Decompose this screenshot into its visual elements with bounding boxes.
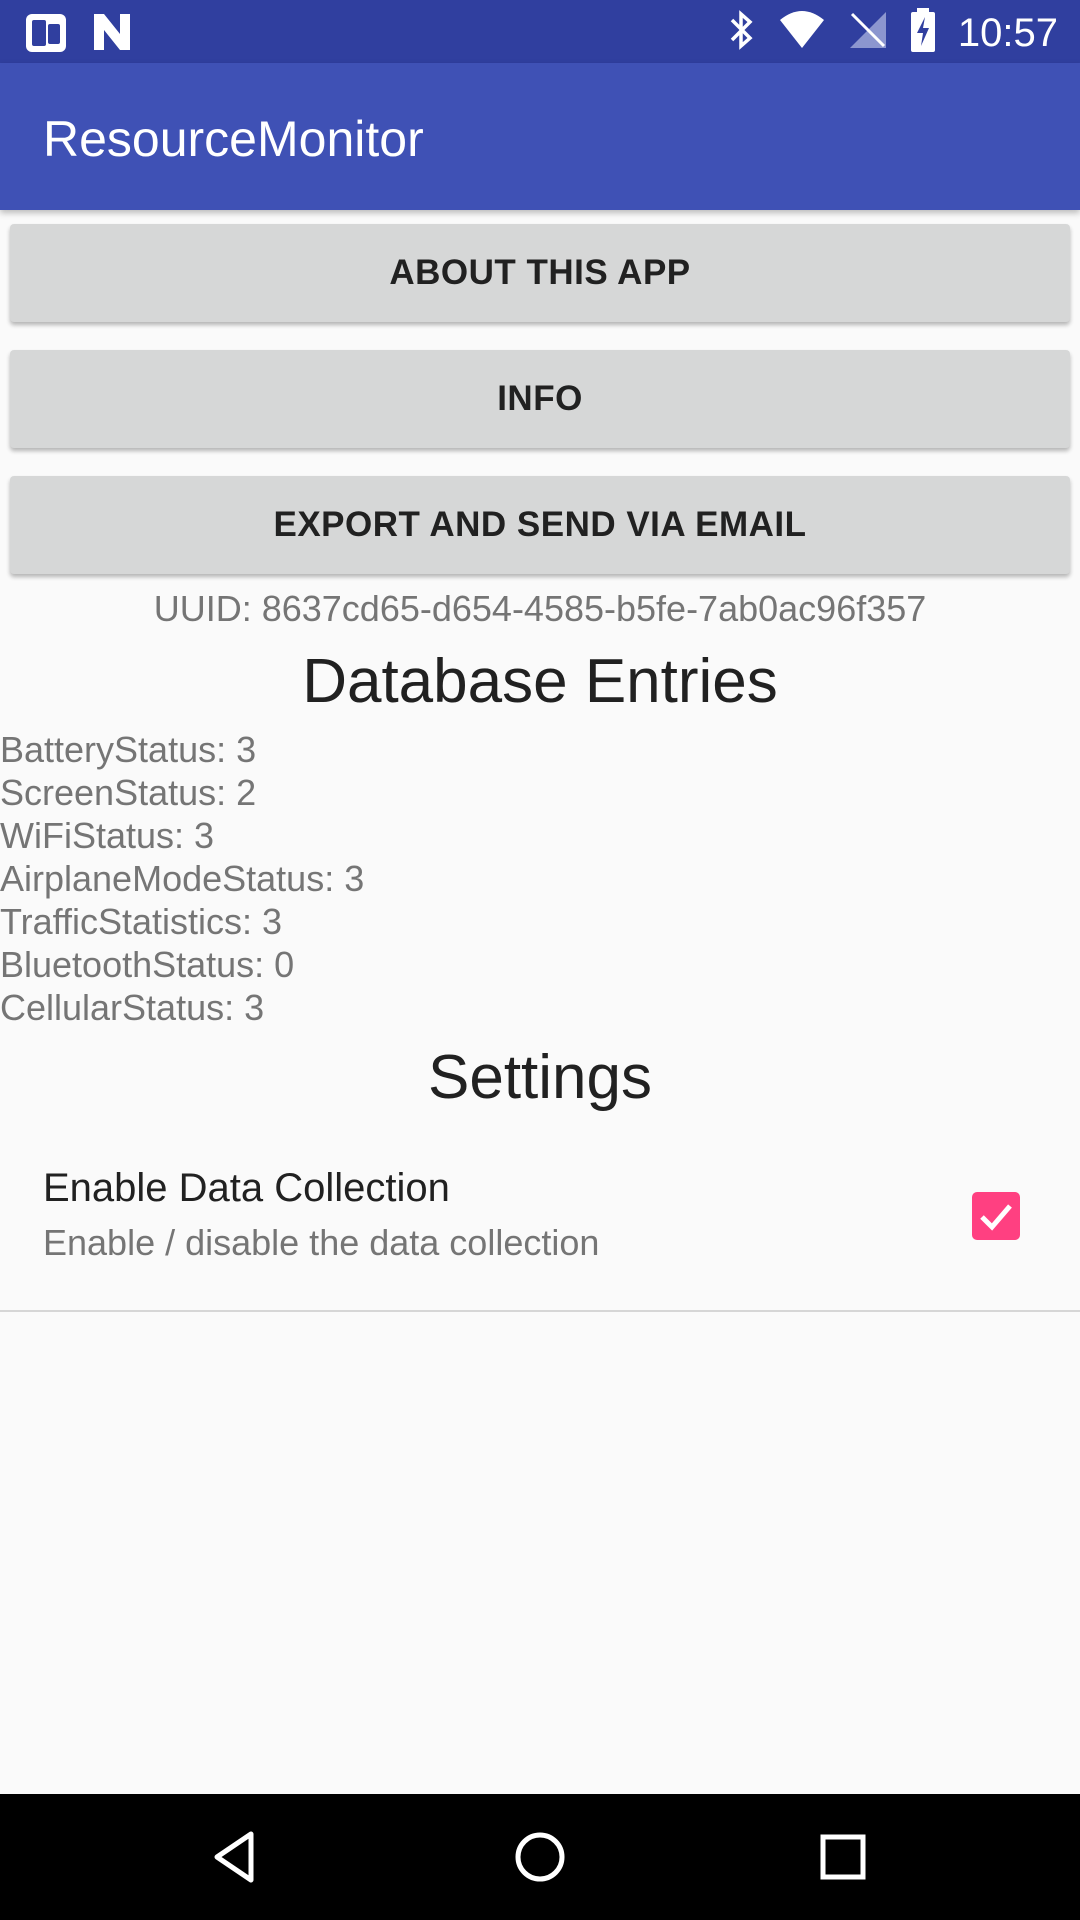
- navigation-bar: [0, 1794, 1080, 1920]
- home-icon[interactable]: [507, 1824, 573, 1890]
- recents-icon[interactable]: [810, 1824, 876, 1890]
- uuid-text: UUID: 8637cd65-d654-4585-b5fe-7ab0ac96f3…: [153, 588, 927, 629]
- pref-title: Enable Data Collection: [43, 1166, 450, 1210]
- entry-traffic-statistics: TrafficStatistics: 3: [0, 901, 283, 942]
- about-this-app-button[interactable]: ABOUT THIS APP: [10, 224, 1070, 322]
- entry-wifi-status: WiFiStatus: 3: [0, 815, 215, 856]
- entry-battery-status: BatteryStatus: 3: [0, 729, 257, 770]
- database-entries-list: BatteryStatus: 3 ScreenStatus: 2 WiFiSta…: [0, 728, 364, 1029]
- enable-data-collection-preference[interactable]: Enable Data Collection Enable / disable …: [0, 1140, 1080, 1310]
- no-signal-icon: [848, 10, 888, 55]
- app-bar: ResourceMonitor: [0, 63, 1080, 210]
- battery-charging-icon: [910, 8, 936, 57]
- pref-summary: Enable / disable the data collection: [43, 1222, 600, 1263]
- back-icon[interactable]: [203, 1824, 269, 1890]
- app-title: ResourceMonitor: [43, 111, 424, 167]
- wifi-icon: [778, 10, 826, 55]
- bluetooth-icon: [728, 8, 756, 57]
- entry-screen-status: ScreenStatus: 2: [0, 772, 257, 813]
- n-notification-icon: [90, 10, 134, 61]
- database-entries-heading: Database Entries: [302, 647, 778, 716]
- phone-status-icon: [24, 10, 70, 61]
- data-collection-checkbox[interactable]: [972, 1192, 1020, 1240]
- status-bar: 10:57: [0, 0, 1080, 63]
- entry-airplane-mode-status: AirplaneModeStatus: 3: [0, 858, 365, 899]
- divider: [0, 1310, 1080, 1312]
- entry-cellular-status: CellularStatus: 3: [0, 987, 265, 1028]
- check-icon: [980, 1204, 1012, 1231]
- settings-heading: Settings: [427, 1043, 653, 1112]
- export-and-send-via-email-button[interactable]: EXPORT AND SEND VIA EMAIL: [10, 476, 1070, 574]
- status-time: 10:57: [957, 10, 1058, 55]
- info-button[interactable]: INFO: [10, 350, 1070, 448]
- entry-bluetooth-status: BluetoothStatus: 0: [0, 944, 295, 985]
